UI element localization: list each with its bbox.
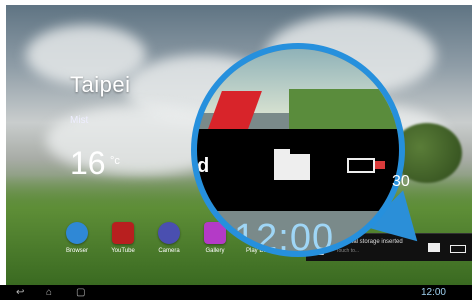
weather-condition: Mist (70, 115, 89, 126)
recent-apps-icon[interactable]: ▢ (76, 287, 85, 298)
app-youtube[interactable]: YouTube (111, 222, 135, 256)
tablet-screenshot: Taipei Mist 16 °c Browser YouTube Camera… (0, 0, 472, 300)
youtube-icon (112, 222, 134, 244)
zoom-side-number: 30 (392, 173, 410, 190)
home-icon[interactable]: ⌂ (46, 287, 52, 298)
weather-unit: °c (110, 155, 120, 167)
zoom-callout: d 12:00 ᛒ (191, 43, 405, 257)
app-browser[interactable]: Browser (66, 222, 88, 256)
notification-subtitle: Touch to... (336, 248, 360, 254)
status-clock: 12:00 (420, 287, 446, 298)
zoom-usb-icon (347, 158, 375, 173)
system-bar: ↩ ⌂ ▢ 12:00 (0, 285, 472, 300)
weather-temperature: 16 (70, 145, 106, 181)
back-icon[interactable]: ↩ (16, 287, 24, 298)
app-label: Camera (158, 248, 180, 254)
browser-icon (66, 222, 88, 244)
zoom-eject-icon (375, 161, 385, 169)
app-label: YouTube (111, 248, 135, 254)
app-camera[interactable]: Camera (158, 222, 180, 256)
app-label: Gallery (205, 248, 225, 254)
usb-icon[interactable] (450, 245, 466, 253)
camera-icon (158, 222, 180, 244)
app-label: Browser (65, 248, 88, 254)
zoom-partial-text: d (197, 155, 210, 177)
folder-icon[interactable] (428, 243, 440, 252)
zoomed-notification-bar: d (197, 129, 399, 211)
weather-city: Taipei (70, 72, 131, 97)
app-gallery[interactable]: Gallery (204, 222, 226, 256)
zoom-folder-icon (274, 149, 310, 180)
